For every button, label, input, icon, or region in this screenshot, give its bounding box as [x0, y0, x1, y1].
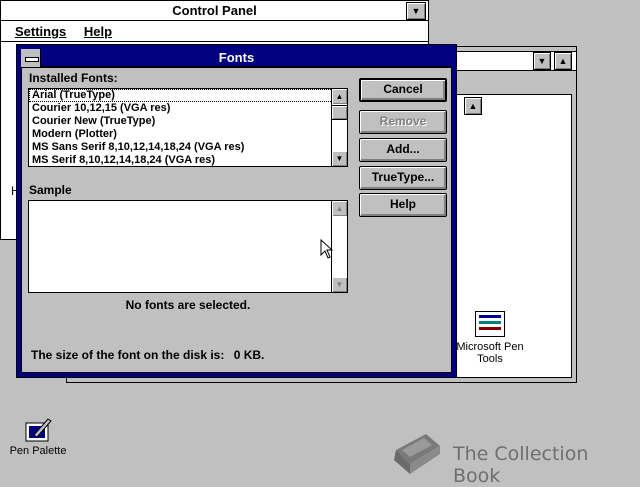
sample-scroll-up-icon: ▲ — [332, 201, 347, 216]
menu-bar: Settings Help — [1, 22, 428, 42]
truetype-button[interactable]: TrueType... — [359, 166, 447, 190]
sample-scroll-down-icon: ▼ — [332, 277, 347, 292]
pen-tools-label-2: Tools — [477, 353, 503, 365]
fonts-dialog-body: Installed Fonts: Arial (TrueType) Courie… — [21, 67, 452, 373]
installed-fonts-label: Installed Fonts: — [29, 71, 118, 85]
installed-fonts-listbox[interactable]: Arial (TrueType) Courier 10,12,15 (VGA r… — [28, 88, 348, 167]
font-list: Arial (TrueType) Courier 10,12,15 (VGA r… — [29, 89, 347, 167]
pen-palette-icon — [25, 418, 52, 442]
bg-maximize-button[interactable]: ▲ — [554, 52, 572, 70]
scroll-down-arrow-icon[interactable]: ▼ — [332, 151, 347, 166]
fonts-dialog-title: Fonts — [218, 50, 255, 65]
pen-palette-label: Pen Palette — [9, 445, 67, 457]
help-button[interactable]: Help — [359, 193, 447, 217]
no-fonts-selected-text: No fonts are selected. — [125, 298, 251, 312]
menu-settings-label: Settings — [15, 24, 67, 39]
font-item[interactable]: Courier 10,12,15 (VGA res) — [29, 102, 347, 115]
scroll-thumb[interactable] — [332, 105, 347, 120]
add-button[interactable]: Add... — [359, 138, 447, 162]
sample-label: Sample — [29, 183, 72, 197]
microsoft-pen-tools[interactable]: Microsoft Pen Tools — [445, 311, 535, 365]
menu-settings[interactable]: Settings — [15, 24, 66, 39]
pen-palette[interactable]: Pen Palette — [6, 415, 70, 457]
menu-help-label: Help — [83, 24, 113, 39]
pen-tools-label-1: Microsoft Pen — [456, 341, 524, 353]
mouse-cursor-icon — [320, 239, 334, 259]
disk-size-value: 0 KB. — [233, 348, 265, 362]
font-item[interactable]: MS Serif 8,10,12,14,18,24 (VGA res) — [29, 154, 347, 167]
watermark-text: The Collection Book — [453, 443, 589, 487]
font-item[interactable]: Arial (TrueType) — [29, 89, 347, 102]
bg-minimize-button[interactable]: ▼ — [533, 52, 551, 70]
font-item[interactable]: Modern (Plotter) — [29, 128, 347, 141]
bg-inner-scroll-up[interactable]: ▲ — [464, 97, 482, 115]
font-list-scrollbar[interactable]: ▲ ▼ — [331, 89, 347, 166]
control-panel-title: Control Panel — [172, 3, 257, 18]
cancel-button[interactable]: Cancel — [359, 78, 447, 102]
scroll-up-arrow-icon[interactable]: ▲ — [332, 89, 347, 104]
disk-size-text: The size of the font on the disk is: 0 K… — [31, 348, 265, 362]
book-logo-icon — [394, 434, 440, 474]
fonts-dialog-titlebar[interactable]: Fonts — [21, 49, 452, 67]
menu-help[interactable]: Help — [84, 24, 112, 39]
font-item[interactable]: MS Sans Serif 8,10,12,14,18,24 (VGA res) — [29, 141, 347, 154]
system-menu-icon[interactable] — [21, 49, 41, 67]
sample-box: ▲ ▼ — [28, 200, 348, 293]
watermark: The Collection Book — [388, 430, 638, 487]
remove-button[interactable]: Remove — [359, 110, 447, 134]
minimize-button[interactable]: ▼ — [406, 2, 426, 20]
fonts-dialog: Fonts Installed Fonts: Arial (TrueType) … — [16, 44, 457, 378]
font-item[interactable]: Courier New (TrueType) — [29, 115, 347, 128]
control-panel-titlebar[interactable]: Control Panel — [1, 1, 428, 21]
pen-tools-icon — [475, 311, 505, 337]
